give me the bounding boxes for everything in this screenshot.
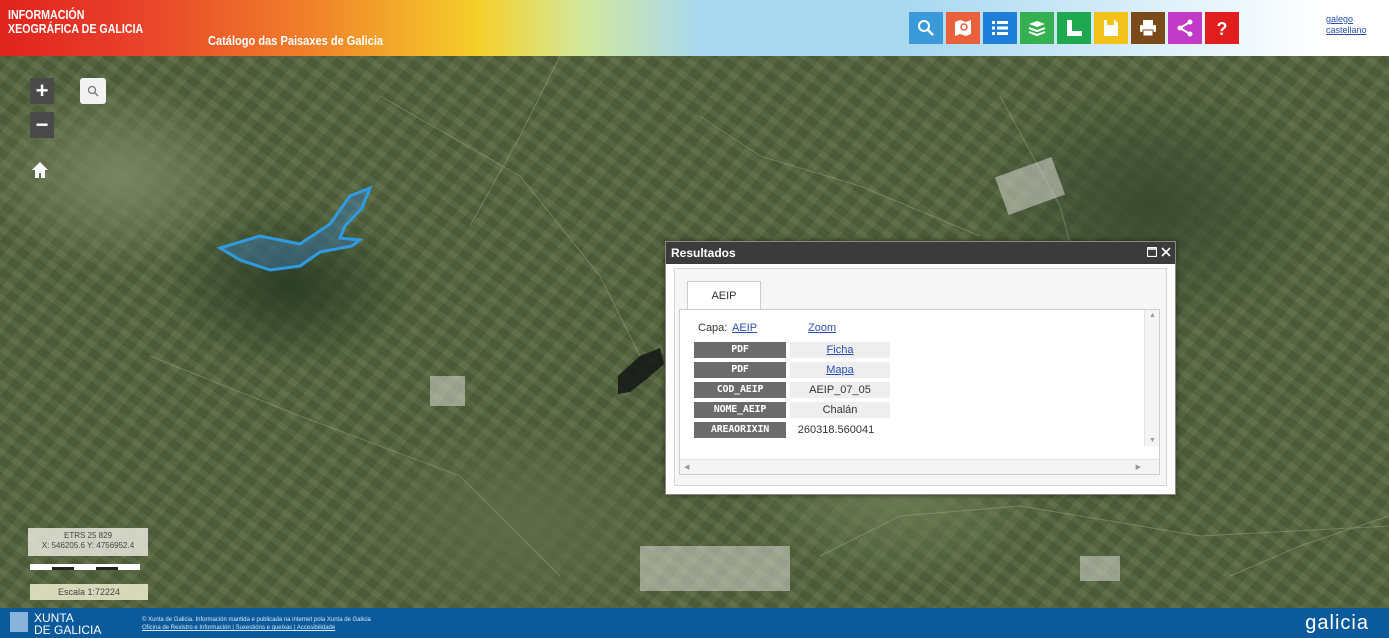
search-icon xyxy=(918,20,934,36)
map-search-icon xyxy=(955,20,971,36)
language-selector: galego castellano xyxy=(1326,14,1376,36)
tab-aeip[interactable]: AEIP xyxy=(687,281,761,310)
mapa-link[interactable]: Mapa xyxy=(790,362,890,378)
selected-feature-polygon xyxy=(618,348,664,394)
brand-line-2: XEOGRÁFICA DE GALICIA xyxy=(8,21,144,36)
svg-text:?: ? xyxy=(1217,19,1228,38)
attribute-value: Chalán xyxy=(790,402,890,418)
map-search-button[interactable] xyxy=(80,78,106,104)
aeip-chalan-polygon xyxy=(216,185,373,272)
list-icon xyxy=(992,21,1008,35)
attribute-value: AEIP_07_05 xyxy=(790,382,890,398)
map-search-tool-button[interactable] xyxy=(946,12,980,44)
save-icon xyxy=(1104,20,1118,36)
toolbar: ? xyxy=(909,12,1242,44)
footer-bar: XUNTA DE GALICIA © Xunta de Galicia. Inf… xyxy=(0,608,1389,638)
attribute-label: COD_AEIP xyxy=(694,382,786,398)
maximize-icon[interactable] xyxy=(1145,245,1159,259)
measure-tool-button[interactable] xyxy=(1057,12,1091,44)
capa-link[interactable]: AEIP xyxy=(732,322,757,334)
horizontal-scrollbar[interactable]: ◀ ▶ xyxy=(680,459,1159,474)
scroll-right-icon[interactable]: ▶ xyxy=(1136,463,1141,471)
footer-links[interactable]: Oficina de Rexistro e Información | Suxe… xyxy=(142,624,371,632)
zoom-in-button[interactable]: + xyxy=(30,78,54,104)
xunta-wordmark[interactable]: XUNTA DE GALICIA xyxy=(34,612,101,636)
xunta-line-2: DE GALICIA xyxy=(34,623,102,637)
ficha-link[interactable]: Ficha xyxy=(790,342,890,358)
share-icon xyxy=(1177,19,1193,37)
home-icon xyxy=(32,162,48,178)
galicia-brand[interactable]: galicia xyxy=(1305,612,1369,635)
attribute-label: PDF xyxy=(694,342,786,358)
scroll-down-icon[interactable]: ▼ xyxy=(1149,437,1156,444)
brand-line-1: INFORMACIÓN xyxy=(8,7,85,22)
scale-label: Escala 1:72224 xyxy=(30,584,148,600)
coordinate-readout: ETRS 25 829 X: 546205.6 Y: 4756952.4 xyxy=(28,528,148,556)
popup-body: AEIP Capa: AEIP Zoom PDF Ficha PDF Mapa … xyxy=(674,268,1167,486)
zoom-out-button[interactable]: − xyxy=(30,112,54,138)
layers-tool-button[interactable] xyxy=(1020,12,1054,44)
search-tool-button[interactable] xyxy=(909,12,943,44)
coordinate-values: X: 546205.6 Y: 4756952.4 xyxy=(41,541,135,550)
popup-title[interactable]: Resultados xyxy=(666,242,1175,264)
language-castellano-link[interactable]: castellano xyxy=(1326,25,1376,36)
scroll-left-icon[interactable]: ◀ xyxy=(684,463,689,471)
vertical-scrollbar[interactable]: ▲ ▼ xyxy=(1144,310,1159,446)
results-popup: Resultados AEIP Capa: AEIP Zoom PDF Fich… xyxy=(665,241,1176,495)
site-brand[interactable]: INFORMACIÓN XEOGRÁFICA DE GALICIA xyxy=(8,8,143,36)
scale-bar xyxy=(30,564,140,570)
scroll-up-icon[interactable]: ▲ xyxy=(1149,312,1156,319)
page-subtitle: Catálogo das Paisaxes de Galicia xyxy=(208,33,384,48)
help-icon: ? xyxy=(1217,19,1228,38)
attribute-label: PDF xyxy=(694,362,786,378)
footer-copyright: © Xunta de Galicia. Información mantida … xyxy=(142,617,371,623)
capa-row: Capa: AEIP Zoom xyxy=(694,322,894,340)
attribute-value: 260318.560041 xyxy=(790,422,882,438)
xunta-logo-icon xyxy=(10,612,28,632)
print-icon xyxy=(1140,20,1156,37)
layers-icon xyxy=(1028,21,1046,37)
coordinate-system: ETRS 25 829 xyxy=(63,531,113,540)
list-tool-button[interactable] xyxy=(983,12,1017,44)
measure-icon xyxy=(1067,20,1082,36)
share-tool-button[interactable] xyxy=(1168,12,1202,44)
attribute-label: AREAORIXIN xyxy=(694,422,786,438)
magnifier-icon xyxy=(87,85,99,97)
close-icon[interactable] xyxy=(1159,245,1173,259)
tab-panel: Capa: AEIP Zoom PDF Ficha PDF Mapa COD_A… xyxy=(679,309,1160,475)
footer-info: © Xunta de Galicia. Información mantida … xyxy=(142,616,371,632)
header-bar: INFORMACIÓN XEOGRÁFICA DE GALICIA Catálo… xyxy=(0,0,1389,56)
capa-label: Capa: xyxy=(698,322,728,334)
language-galego-link[interactable]: galego xyxy=(1326,14,1376,25)
zoom-link[interactable]: Zoom xyxy=(808,322,836,334)
save-tool-button[interactable] xyxy=(1094,12,1128,44)
attribute-label: NOME_AEIP xyxy=(694,402,786,418)
home-button[interactable] xyxy=(28,158,52,182)
help-tool-button[interactable]: ? xyxy=(1205,12,1239,44)
print-tool-button[interactable] xyxy=(1131,12,1165,44)
